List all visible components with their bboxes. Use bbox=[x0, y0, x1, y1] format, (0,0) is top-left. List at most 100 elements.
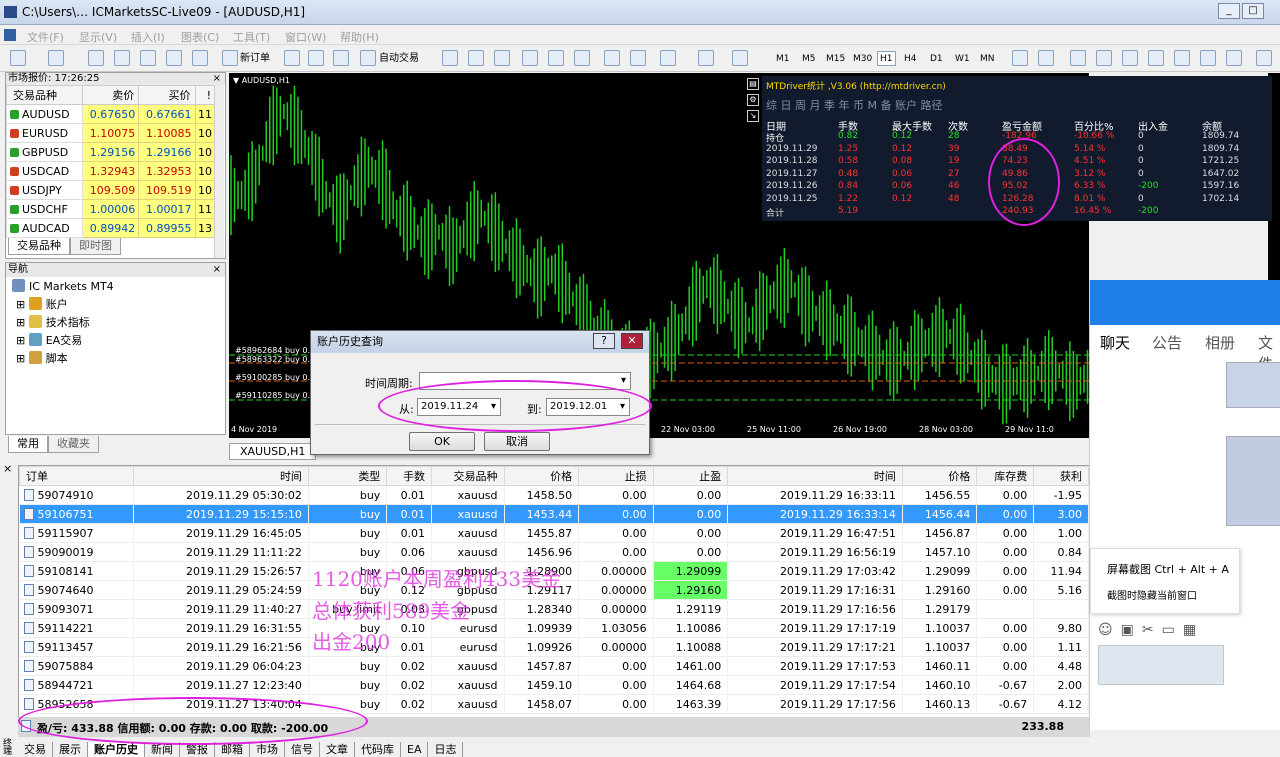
cursor-icon[interactable] bbox=[1012, 50, 1028, 66]
quote-row[interactable]: GBPUSD 1.29156 1.29166 10 bbox=[6, 142, 216, 162]
ok-button[interactable]: OK bbox=[409, 432, 475, 451]
tab-notice[interactable]: 公告 bbox=[1152, 332, 1182, 353]
quote-row[interactable]: USDCAD 1.32943 1.32953 10 bbox=[6, 161, 216, 181]
settings-icon[interactable]: ⚙ bbox=[747, 94, 759, 106]
terminal-tab[interactable]: 展示 bbox=[53, 742, 88, 757]
col-header[interactable]: 手数 bbox=[386, 466, 433, 486]
horizontal-line-icon[interactable] bbox=[1096, 50, 1112, 66]
table-row[interactable]: 59090019 2019.11.29 11:11:22 buy 0.06 xauusd… bbox=[19, 542, 1089, 562]
maximize-button[interactable]: □ bbox=[1242, 3, 1264, 19]
col-spread[interactable]: ! bbox=[194, 85, 216, 105]
tf-h4[interactable]: H4 bbox=[901, 51, 920, 66]
nav-scripts[interactable]: ⊞ 脚本 bbox=[16, 351, 68, 367]
col-header[interactable]: 时间 bbox=[133, 466, 309, 486]
col-header[interactable]: 止损 bbox=[578, 466, 654, 486]
quote-row[interactable]: USDJPY 109.509 109.519 10 bbox=[6, 180, 216, 200]
terminal-close-icon[interactable]: × bbox=[3, 462, 17, 476]
chat-pending-image[interactable] bbox=[1098, 645, 1224, 685]
quote-row[interactable]: AUDCAD 0.89942 0.89955 13 bbox=[6, 218, 216, 238]
menu-insert[interactable]: 插入(I) bbox=[131, 29, 165, 45]
new-order-icon[interactable] bbox=[222, 50, 238, 66]
auto-trade-button[interactable]: 自动交易 bbox=[379, 49, 419, 68]
scissors-icon[interactable]: ✂ bbox=[1142, 622, 1162, 638]
terminal-tab[interactable]: 代码库 bbox=[355, 742, 401, 757]
col-header[interactable]: 价格 bbox=[503, 466, 580, 486]
menu-screenshot[interactable]: 屏幕截图 Ctrl + Alt + A bbox=[1107, 561, 1229, 577]
chart-shift-icon[interactable] bbox=[630, 50, 646, 66]
nav-accounts[interactable]: ⊞ 账户 bbox=[16, 297, 68, 313]
col-header[interactable]: 订单 bbox=[18, 466, 135, 486]
menu-window[interactable]: 窗口(W) bbox=[285, 29, 326, 45]
col-header[interactable]: 交易品种 bbox=[431, 466, 505, 486]
nav-root[interactable]: IC Markets MT4 bbox=[12, 279, 114, 295]
indicators-icon[interactable] bbox=[660, 50, 676, 66]
table-row[interactable]: 59115907 2019.11.29 16:45:05 buy 0.01 xauusd… bbox=[19, 523, 1089, 543]
chat-image-thumb[interactable] bbox=[1226, 436, 1280, 526]
folder-icon[interactable]: ▭ bbox=[1162, 622, 1183, 638]
image-icon[interactable]: ▦ bbox=[1183, 622, 1204, 638]
table-row[interactable]: 58944721 2019.11.27 12:23:40 buy 0.02 xauusd… bbox=[19, 675, 1089, 695]
periods-icon[interactable] bbox=[698, 50, 714, 66]
tf-m1[interactable]: M1 bbox=[773, 51, 793, 66]
nav-experts[interactable]: ⊞ EA交易 bbox=[16, 333, 82, 349]
terminal-tab[interactable]: 市场 bbox=[250, 742, 285, 757]
col-header[interactable]: 库存费 bbox=[976, 466, 1035, 486]
tf-mn[interactable]: MN bbox=[977, 51, 998, 66]
quote-row[interactable]: EURUSD 1.10075 1.10085 10 bbox=[6, 123, 216, 143]
menu-chart[interactable]: 图表(C) bbox=[181, 29, 219, 45]
auto-scroll-icon[interactable] bbox=[604, 50, 620, 66]
terminal-tab[interactable]: EA bbox=[401, 742, 429, 757]
gif-icon[interactable]: ▣ bbox=[1121, 622, 1142, 638]
new-order-button[interactable]: 新订单 bbox=[240, 49, 270, 68]
tile-windows-icon[interactable] bbox=[574, 50, 590, 66]
app-menu-icon[interactable] bbox=[4, 29, 16, 41]
search-icon[interactable] bbox=[1256, 50, 1272, 66]
tf-h1[interactable]: H1 bbox=[877, 51, 896, 66]
data-window-icon[interactable] bbox=[114, 50, 130, 66]
help-button[interactable]: ? bbox=[593, 333, 615, 349]
zoom-in-icon[interactable] bbox=[522, 50, 538, 66]
col-header[interactable]: 止盈 bbox=[652, 466, 729, 486]
col-header[interactable]: 获利 bbox=[1033, 466, 1089, 486]
tf-w1[interactable]: W1 bbox=[952, 51, 973, 66]
tester-icon[interactable] bbox=[192, 50, 208, 66]
terminal-tab[interactable]: 文章 bbox=[320, 742, 355, 757]
col-symbol[interactable]: 交易品种 bbox=[6, 85, 83, 105]
text-icon[interactable] bbox=[1200, 50, 1216, 66]
chart-icon[interactable]: ▤ bbox=[747, 78, 759, 90]
menu-hide-window[interactable]: 截图时隐藏当前窗口 bbox=[1107, 587, 1197, 602]
terminal-tab[interactable]: 交易 bbox=[18, 742, 53, 757]
tab-symbols[interactable]: 交易品种 bbox=[8, 238, 70, 255]
tab-album[interactable]: 相册 bbox=[1205, 332, 1235, 353]
menu-tools[interactable]: 工具(T) bbox=[233, 29, 270, 45]
terminal-tab[interactable]: 账户历史 bbox=[88, 742, 145, 757]
col-bid[interactable]: 卖价 bbox=[81, 85, 140, 105]
bar-chart-icon[interactable] bbox=[442, 50, 458, 66]
nav-indicators[interactable]: ⊞ 技术指标 bbox=[16, 315, 90, 331]
collapse-icon[interactable]: ↘ bbox=[747, 110, 759, 122]
profiles-icon[interactable] bbox=[48, 50, 64, 66]
close-button[interactable]: ✕ bbox=[621, 333, 643, 349]
zoom-out-icon[interactable] bbox=[548, 50, 564, 66]
menu-view[interactable]: 显示(V) bbox=[79, 29, 117, 45]
menu-help[interactable]: 帮助(H) bbox=[340, 29, 379, 45]
col-header[interactable]: 时间 bbox=[727, 466, 903, 486]
col-header[interactable]: 价格 bbox=[901, 466, 978, 486]
tf-m5[interactable]: M5 bbox=[799, 51, 819, 66]
table-row[interactable]: 59113457 2019.11.29 16:21:56 buy 0.01 eurusd… bbox=[19, 637, 1089, 657]
chat-image-thumb[interactable] bbox=[1226, 362, 1280, 408]
metaeditor-icon[interactable] bbox=[284, 50, 300, 66]
close-icon[interactable]: × bbox=[213, 263, 221, 277]
chat-icon[interactable] bbox=[308, 50, 324, 66]
tf-d1[interactable]: D1 bbox=[927, 51, 946, 66]
table-row[interactable]: 59074910 2019.11.29 05:30:02 buy 0.01 xauusd… bbox=[19, 485, 1089, 505]
navigator-icon[interactable] bbox=[140, 50, 156, 66]
signal-icon[interactable] bbox=[333, 50, 349, 66]
new-chart-icon[interactable] bbox=[10, 50, 26, 66]
market-watch-icon[interactable] bbox=[88, 50, 104, 66]
table-row[interactable]: 59093071 2019.11.29 11:40:27 buy limit 0.03… bbox=[19, 599, 1089, 619]
terminal-tab[interactable]: 信号 bbox=[285, 742, 320, 757]
fibo-icon[interactable] bbox=[1174, 50, 1190, 66]
chart-tab-xauusd[interactable]: XAUUSD,H1 bbox=[229, 443, 317, 460]
table-row[interactable]: 59114221 2019.11.29 16:31:55 buy 0.10 eurusd… bbox=[19, 618, 1089, 638]
